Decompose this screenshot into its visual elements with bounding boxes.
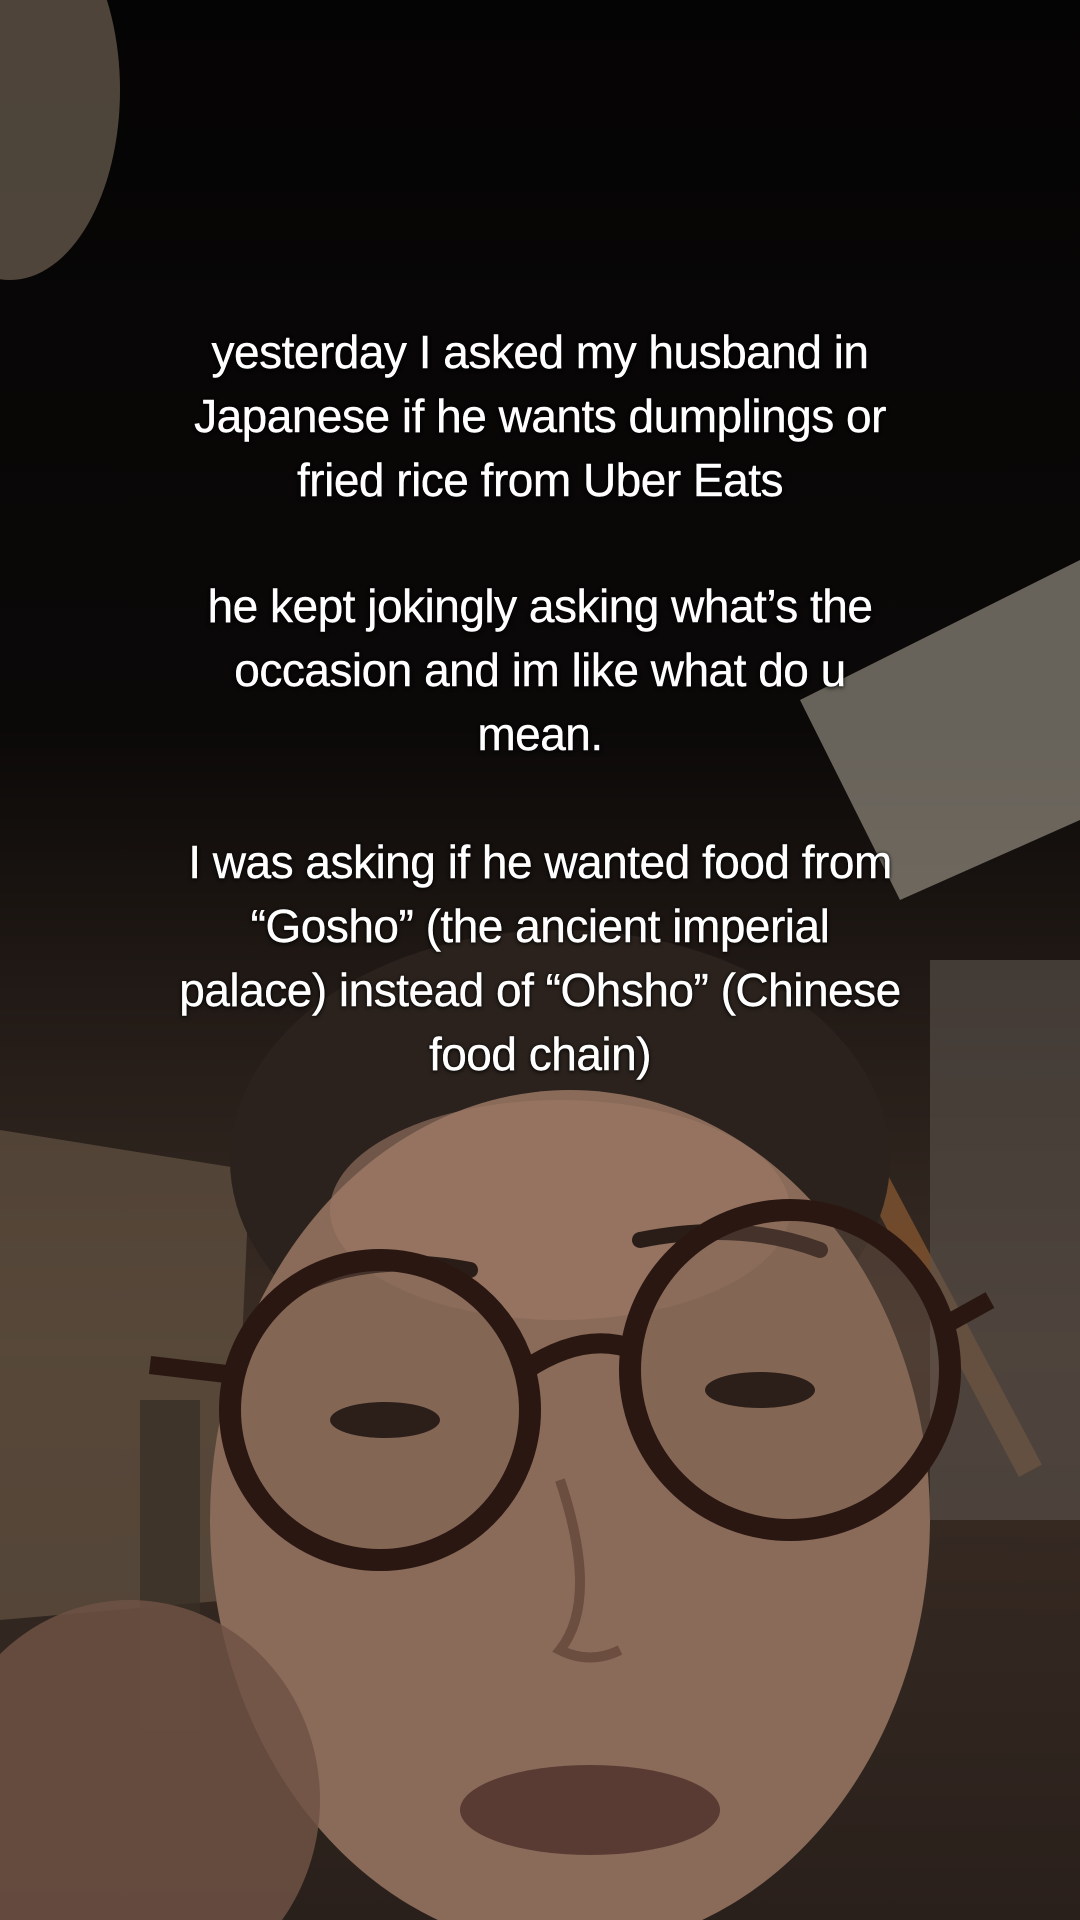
caption-paragraph-1: yesterday I asked my husband in Japanese… — [194, 326, 887, 506]
glasses-arm-left — [148, 1356, 237, 1384]
video-frame: yesterday I asked my husband in Japanese… — [0, 0, 1080, 1920]
lamp-shade — [0, 0, 120, 280]
glasses-lens-right — [619, 1199, 961, 1541]
eye-left — [330, 1402, 440, 1438]
eye-right — [705, 1372, 815, 1408]
caption-paragraph-3: I was asking if he wanted food from “Gos… — [179, 836, 901, 1080]
lips — [460, 1765, 720, 1855]
caption-paragraph-2: he kept jokingly asking what’s the occas… — [207, 580, 873, 760]
